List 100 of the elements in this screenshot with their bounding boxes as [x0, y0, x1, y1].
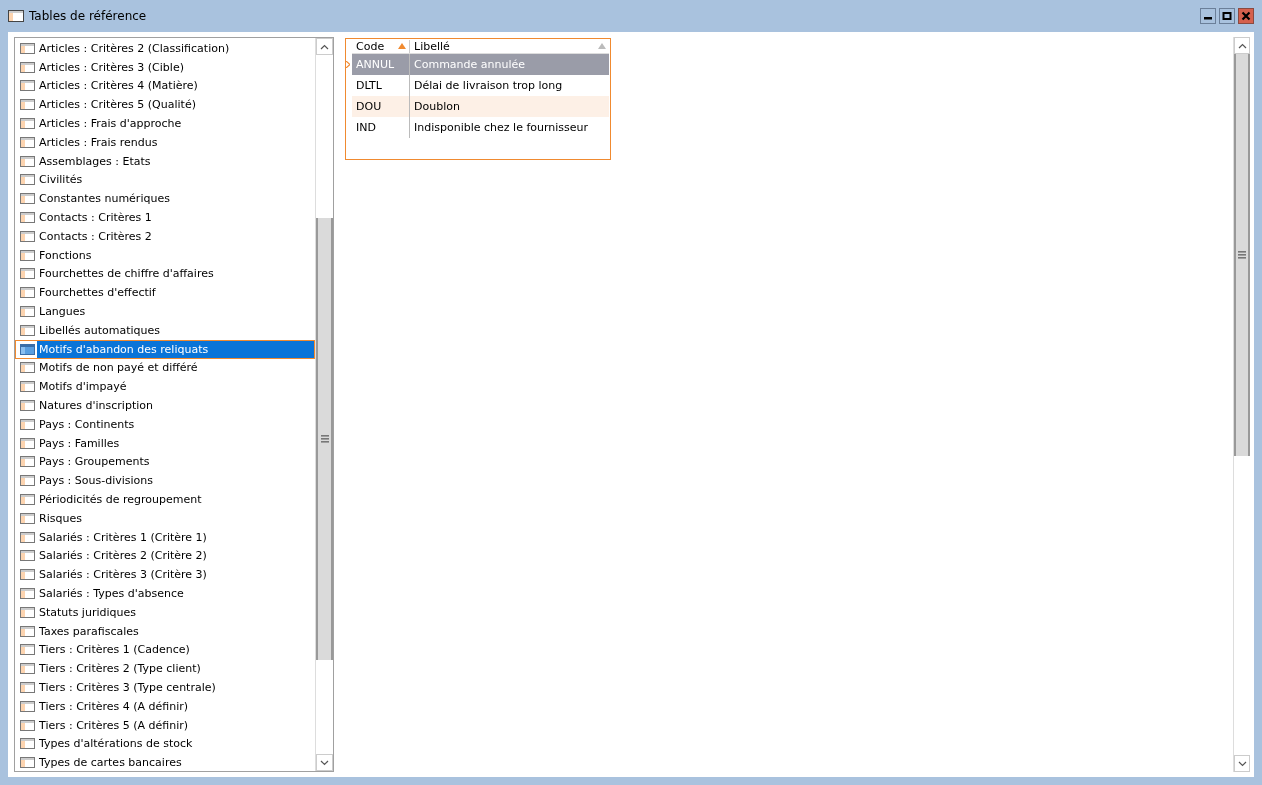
table-icon — [20, 61, 35, 73]
table-icon — [20, 456, 35, 468]
table-list-item[interactable]: Articles : Frais d'approche — [15, 114, 315, 133]
table-icon — [20, 569, 35, 581]
table-list-item[interactable]: Risques — [15, 508, 315, 528]
table-icon — [20, 512, 35, 524]
caret-up-icon — [1237, 42, 1247, 49]
scrollbar-thumb[interactable] — [316, 218, 333, 660]
table-cell-text: DLTL — [355, 78, 383, 94]
table-list-item[interactable]: Tiers : Critères 4 (A définir) — [15, 696, 315, 716]
table-list-item[interactable]: Articles : Critères 3 (Cible) — [15, 57, 315, 77]
table-list-item[interactable]: Pays : Groupements — [15, 452, 315, 472]
scroll-up-button[interactable] — [316, 38, 333, 55]
table-list-item[interactable]: Langues — [15, 302, 315, 321]
table-list-item[interactable]: Périodicités de regroupement — [15, 490, 315, 509]
table-icon — [20, 99, 35, 111]
table-icon — [20, 606, 35, 618]
table-list-item[interactable]: Salariés : Critères 1 (Critère 1) — [15, 527, 315, 547]
window-icon — [8, 10, 24, 22]
table-list-item[interactable]: Contacts : Critères 2 — [15, 226, 315, 246]
table-icon — [20, 118, 35, 130]
scroll-down-button[interactable] — [316, 754, 333, 771]
table-list-item[interactable]: Motifs d'abandon des reliquats — [15, 339, 315, 359]
table-cell-text: IND — [355, 120, 377, 136]
table-icon — [20, 230, 35, 242]
table-icon — [20, 625, 35, 637]
grip-icon — [320, 435, 329, 443]
table-list-item[interactable]: Pays : Familles — [15, 433, 315, 453]
table-list-item[interactable]: Fourchettes d'effectif — [15, 283, 315, 303]
table-icon — [20, 42, 35, 54]
table-icon — [20, 644, 35, 656]
table-icon — [20, 381, 35, 393]
table-icon — [20, 719, 35, 731]
table-list-item[interactable]: Libellés automatiques — [15, 320, 315, 340]
table-list-item[interactable]: Articles : Critères 4 (Matière) — [15, 76, 315, 96]
close-button[interactable] — [1238, 8, 1254, 24]
table-list-item[interactable]: Motifs de non payé et différé — [15, 358, 315, 378]
table-list-item[interactable]: Types d'altérations de stock — [15, 734, 315, 754]
scroll-down-button[interactable] — [1234, 755, 1250, 772]
table-list-item[interactable]: Articles : Frais rendus — [15, 133, 315, 152]
table-icon — [20, 193, 35, 205]
table-icon — [20, 588, 35, 599]
table-icon — [20, 155, 35, 167]
scrollbar-thumb[interactable] — [1234, 54, 1250, 456]
caret-up-icon — [320, 43, 329, 50]
window-title: Tables de référence — [29, 9, 147, 23]
table-list-item[interactable]: Salariés : Types d'absence — [15, 584, 315, 603]
table-list-item[interactable]: Types de cartes bancaires — [15, 753, 315, 771]
table-icon — [20, 418, 35, 430]
table-icon — [20, 362, 35, 374]
table-list-item[interactable]: Civilités — [15, 170, 315, 190]
column-header[interactable]: Libellé — [409, 39, 609, 53]
table-list-item[interactable]: Tiers : Critères 2 (Type client) — [15, 659, 315, 679]
table-icon — [20, 80, 35, 92]
table-icon — [20, 343, 35, 355]
minimize-button[interactable] — [1200, 8, 1216, 24]
table-list-item[interactable]: Salariés : Critères 3 (Critère 3) — [15, 565, 315, 585]
column-header[interactable]: Code — [352, 39, 409, 53]
table-list-item[interactable]: Pays : Continents — [15, 414, 315, 434]
table-icon — [20, 550, 35, 562]
table-list-item[interactable]: Constantes numériques — [15, 189, 315, 209]
table-list-item[interactable]: Articles : Critères 5 (Qualité) — [15, 95, 315, 115]
table-row[interactable]: IND Indisponible chez le fournisseur — [352, 117, 609, 138]
table-list-item[interactable]: Pays : Sous-divisions — [15, 471, 315, 491]
table-icon — [20, 757, 35, 769]
table-icon — [20, 174, 35, 186]
table-icon — [20, 475, 35, 487]
maximize-icon — [1222, 11, 1232, 21]
table-list-item[interactable]: Statuts juridiques — [15, 602, 315, 622]
table-list-item[interactable]: Taxes parafiscales — [15, 621, 315, 641]
table-cell-text: DOU — [355, 99, 383, 115]
table-icon — [20, 268, 35, 280]
table-row[interactable]: DOU Doublon — [352, 96, 609, 117]
table-icon — [20, 682, 35, 693]
table-icon — [20, 212, 35, 224]
table-list-item[interactable]: Salariés : Critères 2 (Critère 2) — [15, 546, 315, 566]
table-cell: Commande annulée — [409, 54, 609, 75]
table-list-item[interactable]: Natures d'inscription — [15, 396, 315, 415]
table-icon — [20, 136, 35, 148]
table-icon — [20, 663, 35, 675]
table-list-item[interactable]: Motifs d'impayé — [15, 377, 315, 397]
table-icon — [20, 400, 35, 412]
table-cell: Doublon — [409, 96, 609, 117]
table-icon — [20, 494, 35, 505]
table-list-item[interactable]: Assemblages : Etats — [15, 151, 315, 171]
table-list-item[interactable]: Fonctions — [15, 245, 315, 265]
table-list-item[interactable]: Contacts : Critères 1 — [15, 208, 315, 227]
table-list-item[interactable]: Fourchettes de chiffre d'affaires — [15, 264, 315, 284]
table-icon — [20, 437, 35, 449]
table-list-item[interactable]: Tiers : Critères 3 (Type centrale) — [15, 678, 315, 697]
caret-down-icon — [1237, 760, 1247, 767]
grip-icon — [1238, 251, 1246, 259]
scroll-up-button[interactable] — [1234, 37, 1250, 54]
table-list-item[interactable]: Tiers : Critères 5 (A définir) — [15, 715, 315, 735]
table-list-item[interactable]: Articles : Critères 2 (Classification) — [15, 39, 315, 58]
table-icon — [20, 738, 35, 750]
maximize-button[interactable] — [1219, 8, 1235, 24]
table-list-item[interactable]: Tiers : Critères 1 (Cadence) — [15, 640, 315, 660]
close-icon — [1241, 11, 1251, 21]
table-icon — [20, 287, 35, 299]
